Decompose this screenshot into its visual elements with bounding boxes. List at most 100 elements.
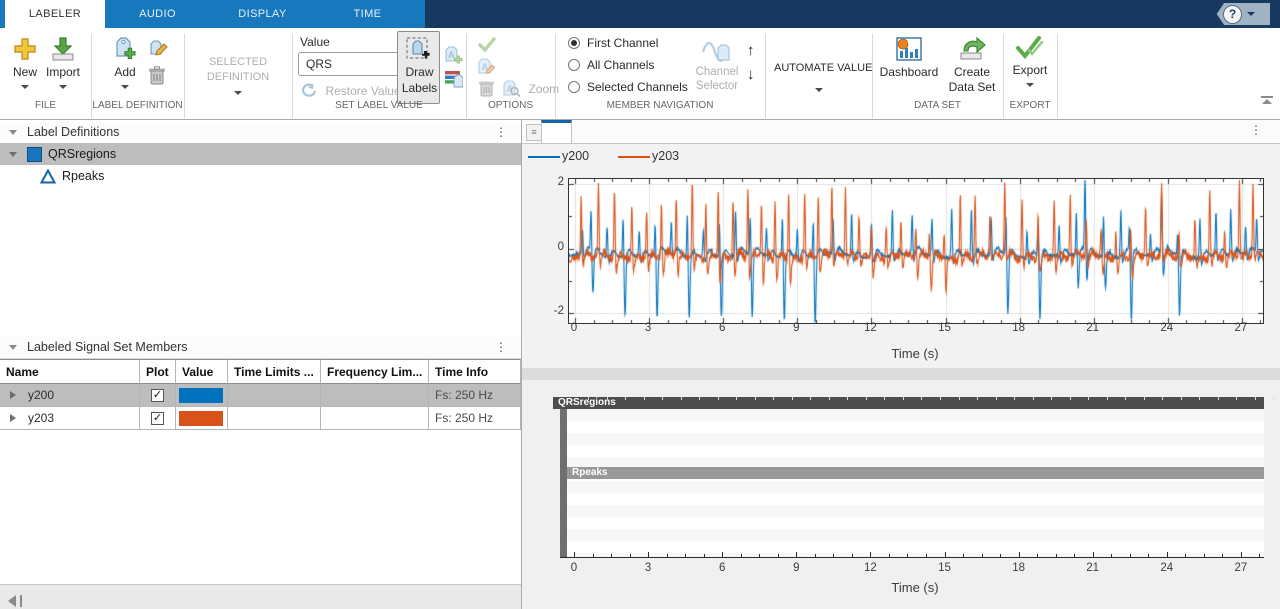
create-data-set-icon bbox=[958, 37, 986, 61]
row-expand-caret-icon[interactable] bbox=[10, 391, 16, 399]
collapse-section-icon[interactable] bbox=[9, 130, 17, 135]
label-definitions-tree: QRSregionsRpeaks bbox=[0, 143, 521, 336]
delete-label-definition-button[interactable] bbox=[148, 66, 166, 86]
column-header-time-info[interactable]: Time Info bbox=[429, 359, 521, 384]
draw-labels-toggle-button[interactable]: Draw Labels bbox=[397, 31, 440, 104]
track-axis-tick bbox=[593, 554, 594, 557]
tree-item-rpeaks[interactable]: Rpeaks bbox=[0, 165, 521, 187]
add-label-definition-button[interactable]: Add bbox=[111, 37, 138, 63]
time-limits-cell bbox=[228, 407, 321, 430]
label-order-button[interactable] bbox=[444, 69, 463, 88]
collapse-section-icon[interactable] bbox=[9, 345, 17, 350]
tree-item-qrsregions[interactable]: QRSregions bbox=[0, 143, 521, 165]
plot-checkbox[interactable]: ✓ bbox=[151, 389, 164, 402]
trash-disabled-icon bbox=[478, 79, 495, 98]
track-bar-qrsregions[interactable]: QRSregions bbox=[553, 397, 1264, 409]
track-axis-tick bbox=[759, 554, 760, 557]
tab-display[interactable]: DISPLAY bbox=[210, 0, 315, 28]
dashboard-button[interactable]: Dashboard bbox=[884, 37, 934, 61]
track-bar-tick bbox=[1088, 397, 1089, 400]
radio-selected-channels[interactable] bbox=[568, 81, 580, 93]
selected-definition-caret-icon bbox=[234, 91, 242, 95]
track-axis-tick bbox=[741, 554, 742, 557]
column-header-value[interactable]: Value bbox=[176, 359, 228, 384]
track-axis-tick bbox=[815, 554, 816, 557]
document-list-button[interactable]: ≡ bbox=[526, 124, 542, 141]
plot-checkbox[interactable]: ✓ bbox=[151, 412, 164, 425]
radio-all-channels[interactable] bbox=[568, 59, 580, 71]
tree-expand-caret-icon[interactable] bbox=[9, 152, 17, 157]
track-bar-tick bbox=[607, 397, 608, 400]
track-axis-tick bbox=[945, 552, 946, 557]
restore-arrow-icon bbox=[300, 83, 317, 99]
collapse-left-icon bbox=[8, 595, 16, 607]
check-icon bbox=[478, 37, 496, 52]
table-row[interactable]: y200✓Fs: 250 Hz bbox=[0, 384, 521, 407]
accept-label-button[interactable] bbox=[478, 37, 496, 52]
collapse-panel-button[interactable] bbox=[8, 592, 22, 609]
frequency-limits-cell bbox=[321, 407, 429, 430]
track-axis-tick bbox=[722, 552, 723, 557]
peak-label-icon bbox=[40, 169, 56, 184]
track-axis-tick bbox=[778, 554, 779, 557]
track-bar-tick bbox=[625, 397, 626, 400]
signal-color-swatch bbox=[179, 388, 223, 403]
member-navigation-section-label: MEMBER NAVIGATION bbox=[555, 100, 765, 114]
selected-definition-dropdown[interactable]: SELECTED DEFINITION bbox=[186, 28, 290, 120]
row-expand-caret-icon[interactable] bbox=[10, 414, 16, 422]
value-combobox-text: QRS bbox=[306, 57, 332, 71]
track-bar-tick bbox=[884, 397, 885, 400]
xtick-label: 0 bbox=[562, 322, 586, 334]
delete-label-value-button[interactable] bbox=[478, 79, 495, 98]
section-divider bbox=[765, 34, 766, 118]
column-header-time-limits-[interactable]: Time Limits ... bbox=[228, 359, 321, 384]
value-cell bbox=[176, 407, 228, 430]
tab-labeler[interactable]: LABELER bbox=[5, 0, 105, 28]
track-bar-rpeaks[interactable]: Rpeaks bbox=[567, 467, 1264, 479]
tab-audio[interactable]: AUDIO bbox=[105, 0, 210, 28]
track-axis-tick bbox=[1148, 554, 1149, 557]
restore-value-button[interactable]: Restore Value bbox=[300, 82, 401, 100]
set-label-value-section-label: SET LABEL VALUE bbox=[292, 100, 466, 114]
table-row[interactable]: y203✓Fs: 250 Hz bbox=[0, 407, 521, 430]
svg-text:A: A bbox=[448, 50, 455, 60]
channel-selector-button[interactable]: Channel Selector bbox=[694, 36, 740, 64]
import-icon bbox=[50, 37, 76, 61]
previous-member-button[interactable]: ↑ bbox=[747, 42, 755, 59]
radio-first-channel[interactable] bbox=[568, 37, 580, 49]
track-axis-tick bbox=[852, 554, 853, 557]
document-menu[interactable]: ⋮ bbox=[1250, 123, 1262, 137]
export-button[interactable]: Export bbox=[1013, 35, 1047, 61]
collapse-ribbon-button[interactable] bbox=[1260, 96, 1274, 106]
section-divider bbox=[1057, 34, 1058, 118]
label-definition-section-label: LABEL DEFINITION bbox=[91, 100, 184, 114]
label-definitions-menu[interactable]: ⋮ bbox=[495, 122, 507, 143]
members-title: Labeled Signal Set Members bbox=[27, 337, 188, 358]
column-header-frequency-lim-[interactable]: Frequency Lim... bbox=[321, 359, 429, 384]
add-tag-icon bbox=[111, 37, 138, 63]
track-axis-tick bbox=[907, 554, 908, 557]
members-menu[interactable]: ⋮ bbox=[495, 337, 507, 358]
track-bar-tick bbox=[810, 397, 811, 400]
tab-time[interactable]: TIME bbox=[315, 0, 420, 28]
column-header-name[interactable]: Name bbox=[0, 359, 140, 384]
zoom-to-label-button[interactable]: A Zoom bbox=[502, 79, 559, 98]
label-track-panel: QRSregions Rpeaks 0369121518212427 Time … bbox=[522, 380, 1280, 609]
create-data-set-button[interactable]: Create Data Set bbox=[948, 37, 996, 61]
signal-plot-axes[interactable] bbox=[568, 178, 1264, 324]
import-button[interactable]: Import bbox=[50, 37, 76, 61]
active-document-tab[interactable] bbox=[541, 120, 572, 143]
next-member-button[interactable]: ↓ bbox=[747, 66, 755, 83]
new-button[interactable]: New bbox=[13, 37, 37, 61]
column-header-plot[interactable]: Plot bbox=[140, 359, 176, 384]
edit-label-value-button[interactable]: A bbox=[477, 57, 496, 76]
add-label-to-selection-button[interactable]: A bbox=[444, 45, 463, 64]
track-axis-tick bbox=[870, 552, 871, 557]
track-xtick-label: 0 bbox=[562, 562, 586, 574]
edit-label-definition-button[interactable] bbox=[148, 39, 168, 57]
automate-value-dropdown[interactable]: AUTOMATE VALUE bbox=[774, 28, 864, 120]
panel-gap bbox=[522, 368, 1280, 380]
ytick-label: -2 bbox=[540, 305, 564, 317]
label-a-magnifier-icon: A bbox=[502, 79, 521, 98]
value-cell bbox=[176, 384, 228, 407]
